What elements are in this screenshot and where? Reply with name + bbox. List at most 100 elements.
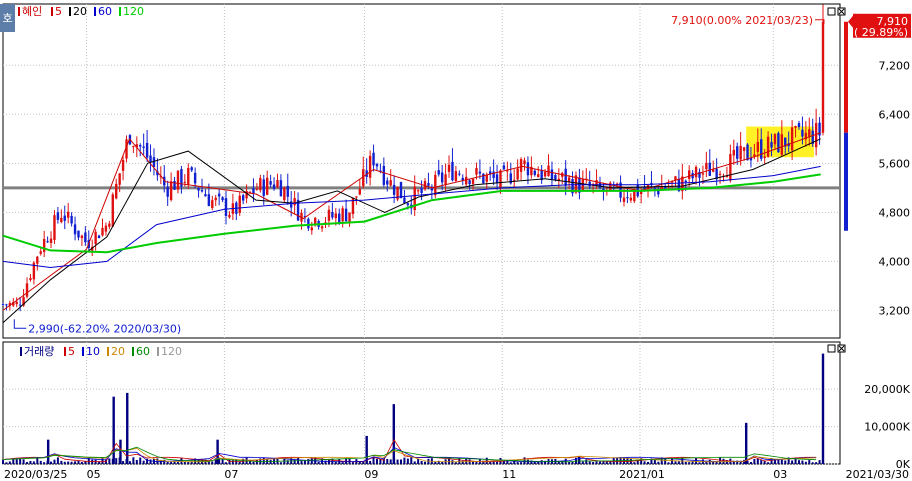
candle-body — [471, 179, 475, 184]
volume-spike-bar — [112, 396, 115, 464]
volume-bar — [520, 462, 523, 464]
volume-bar — [115, 458, 118, 464]
volume-spike-bar — [126, 392, 129, 464]
volume-bar — [513, 461, 516, 464]
stock-chart-window: 3,200 4,000 4,800 5,600 6,400 7,200 0K 10,000K 2… — [0, 0, 912, 481]
volume-spike-bar — [46, 439, 50, 464]
volume-bar — [379, 459, 382, 464]
volume-bar — [516, 462, 519, 464]
volume-bar — [643, 461, 646, 464]
candle-body — [84, 232, 87, 243]
current-range-down-bar — [844, 132, 848, 231]
volume-bar — [763, 460, 766, 464]
volume-bar — [67, 461, 70, 464]
candle-body — [516, 168, 519, 180]
volume-bar — [804, 461, 807, 464]
volume-legend-label: 60 — [136, 345, 150, 358]
volume-panel-maximize-button[interactable] — [827, 344, 836, 353]
candle-body — [797, 123, 801, 128]
volume-bar — [794, 458, 797, 464]
volume-bar — [15, 459, 18, 464]
volume-bar — [279, 462, 282, 464]
candle-body — [265, 177, 269, 195]
volume-bar — [677, 461, 680, 464]
candle-body — [684, 180, 687, 183]
candle-body — [766, 136, 770, 157]
candle-body — [200, 190, 204, 192]
candle-body — [214, 197, 217, 201]
x-tick-label: 11 — [502, 468, 516, 481]
volume-bar — [406, 458, 409, 464]
volume-legend-swatch — [20, 347, 22, 356]
volume-bar — [262, 457, 265, 464]
candle-body — [228, 214, 231, 218]
candle-body — [279, 180, 283, 197]
candle-body — [760, 139, 763, 159]
candle-body — [314, 217, 317, 224]
candle-body — [53, 215, 56, 240]
candle-body — [118, 173, 121, 185]
candle-body — [80, 235, 84, 238]
candle-body — [252, 187, 255, 194]
candle-body — [780, 134, 784, 155]
candle-body — [739, 145, 742, 160]
volume-bar — [420, 461, 423, 464]
volume-bar — [389, 459, 392, 464]
candle-body — [372, 152, 375, 166]
volume-bar — [70, 461, 73, 464]
candle-body — [763, 156, 766, 158]
volume-bar — [647, 461, 650, 464]
candle-body — [1, 303, 5, 305]
candle-body — [15, 301, 18, 305]
candle-body — [588, 181, 591, 187]
volume-bar — [667, 462, 670, 464]
candle-body — [56, 212, 60, 220]
candle-body — [187, 167, 190, 186]
candle-body — [66, 211, 70, 218]
chart-canvas[interactable]: 3,2004,0004,8005,6006,4007,2000K10,000K2… — [0, 0, 912, 481]
candle-body — [523, 160, 526, 165]
candle-body — [499, 170, 502, 188]
candle-body — [166, 186, 169, 197]
volume-bar — [465, 458, 468, 464]
volume-bar — [815, 462, 818, 464]
volume-bar — [221, 458, 224, 464]
candle-body — [622, 197, 626, 202]
volume-bar — [252, 461, 255, 464]
candle-body — [46, 241, 49, 243]
candle-body — [458, 173, 461, 175]
volume-bar — [80, 462, 83, 464]
candle-body — [36, 256, 39, 264]
volume-bar — [43, 462, 46, 464]
candle-body — [392, 184, 396, 195]
volume-bar — [139, 457, 142, 464]
candle-body — [653, 187, 657, 189]
candle-body — [115, 183, 118, 199]
candle-body — [663, 186, 667, 189]
volume-bar — [753, 458, 756, 464]
candle-body — [746, 144, 749, 161]
candle-body — [406, 203, 410, 206]
volume-bar — [77, 460, 80, 464]
candle-body — [104, 225, 108, 232]
volume-bar — [29, 460, 32, 464]
volume-bar — [84, 461, 87, 464]
candle-body — [821, 21, 825, 133]
candle-body — [269, 181, 272, 185]
volume-bar — [149, 459, 152, 464]
volume-bar — [749, 461, 752, 464]
candle-body — [718, 173, 722, 175]
candle-body — [259, 177, 262, 191]
volume-bar — [784, 460, 787, 464]
volume-bar — [571, 462, 574, 464]
candle-body — [437, 170, 440, 175]
candle-body — [732, 149, 735, 156]
volume-bar — [598, 461, 601, 464]
candle-body — [94, 231, 97, 244]
candle-body — [729, 154, 732, 181]
volume-bar — [592, 462, 595, 464]
price-panel-maximize-button[interactable] — [827, 7, 836, 16]
volume-spike-bar — [821, 353, 825, 464]
volume-y-tick-label: 10,000K — [864, 421, 910, 434]
candle-body — [430, 188, 434, 191]
